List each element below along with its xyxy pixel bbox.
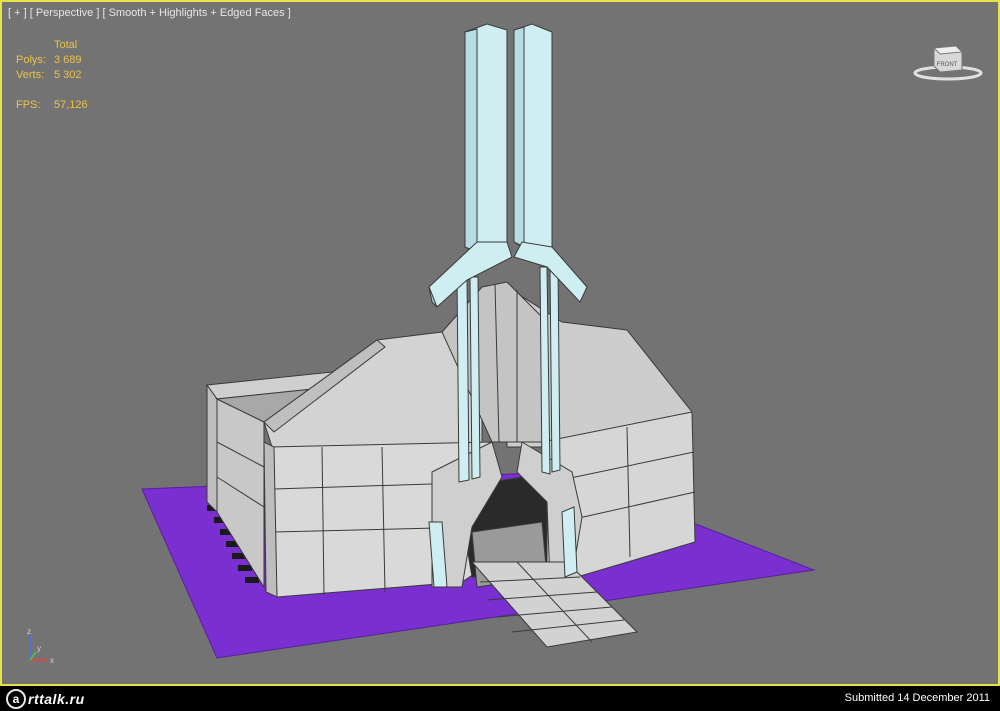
brand-logo-icon: a — [6, 688, 26, 709]
fps-value: 57,126 — [54, 99, 88, 111]
polys-value: 3 689 — [54, 54, 82, 66]
brand-logo: a rttalk.ru — [6, 688, 85, 709]
viewcube-icon[interactable]: FRONT — [912, 40, 984, 84]
stats-header: Total — [54, 39, 78, 51]
verts-value: 5 302 — [54, 69, 82, 81]
axis-gizmo-icon: z x y — [27, 627, 54, 665]
axis-z-label: z — [27, 627, 31, 636]
brand-text: rttalk.ru — [28, 690, 85, 707]
perspective-viewport[interactable]: [ + ] [ Perspective ] [ Smooth + Highlig… — [0, 0, 1000, 686]
submitted-date: Submitted 14 December 2011 — [844, 692, 990, 704]
axis-y-label: y — [37, 644, 41, 653]
polys-label: Polys: — [16, 54, 46, 66]
viewcube-label: FRONT — [937, 62, 958, 68]
scene-render — [141, 23, 816, 659]
left-roof — [263, 290, 483, 448]
viewport-label[interactable]: [ + ] [ Perspective ] [ Smooth + Highlig… — [8, 7, 291, 19]
footer-bar: a rttalk.ru Submitted 14 December 2011 — [0, 686, 1000, 711]
verts-label: Verts: — [16, 69, 45, 81]
fps-label: FPS: — [16, 99, 41, 111]
tower — [428, 23, 588, 308]
scene-statistics: Total Polys: 3 689 Verts: 5 302 FPS: 57,… — [16, 38, 88, 113]
axis-x-label: x — [50, 656, 54, 665]
